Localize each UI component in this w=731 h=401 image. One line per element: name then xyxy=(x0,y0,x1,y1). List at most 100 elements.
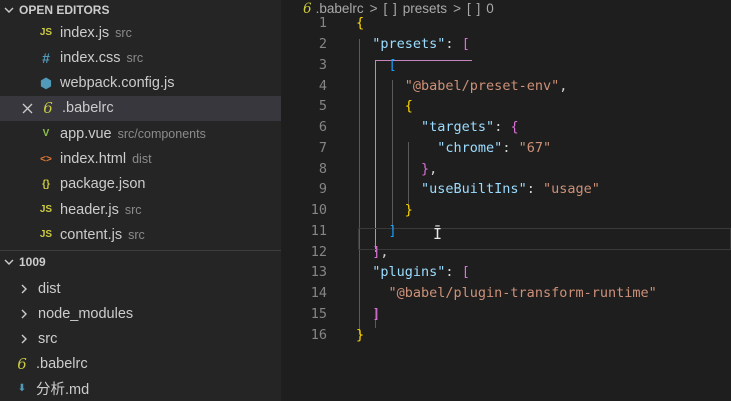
open-editor-item[interactable]: {} package.json xyxy=(0,172,281,197)
file-item[interactable]: 6 .babelrc xyxy=(0,351,281,376)
code-token: { xyxy=(404,98,413,115)
line-number: 5 xyxy=(318,98,327,115)
line-number: 11 xyxy=(310,222,327,239)
code-line: 7 "chrome": "67" xyxy=(281,138,731,159)
code-line: 11 ] xyxy=(281,221,731,242)
folder-item[interactable]: src xyxy=(0,327,281,352)
code-token: , xyxy=(559,77,568,94)
open-editor-item[interactable]: # index.css src xyxy=(0,45,281,70)
code-line: 8 }, xyxy=(281,158,731,179)
file-name: 分析.md xyxy=(36,382,90,399)
folder-name: src xyxy=(38,331,58,348)
open-editors-header[interactable]: OPEN EDITORS xyxy=(0,0,281,20)
code-token: : xyxy=(526,181,543,198)
webpack-icon: ⬢ xyxy=(39,74,53,91)
line-number: 10 xyxy=(310,202,327,219)
explorer-sidebar: OPEN EDITORS JS index.js src # index.css src ⬢… xyxy=(0,0,281,401)
line-number: 14 xyxy=(310,285,327,302)
line-number: 16 xyxy=(310,326,327,343)
line-number: 7 xyxy=(318,139,327,156)
code-line: 1{ xyxy=(281,13,731,34)
open-editor-item[interactable]: JS index.js src xyxy=(0,20,281,45)
open-editors-title: OPEN EDITORS xyxy=(19,3,110,17)
vue-icon: V xyxy=(42,128,50,140)
open-editor-item[interactable]: Vapp.vue src/components xyxy=(0,121,281,146)
code-token: [ xyxy=(388,56,397,73)
code-token: ] xyxy=(388,222,397,239)
code-text: { xyxy=(356,15,364,31)
markdown-icon: ⬇ xyxy=(17,383,27,395)
chevron-right-icon xyxy=(18,283,30,295)
code-token: } xyxy=(421,160,430,177)
chevron-down-icon xyxy=(3,4,15,16)
file-path-description: src xyxy=(124,202,142,217)
code-text: } xyxy=(356,202,413,218)
code-token: , xyxy=(380,243,389,260)
code-text: "plugins": [ xyxy=(356,264,470,280)
folder-name: node_modules xyxy=(38,305,134,322)
code-line: 2 "presets": [ xyxy=(281,34,731,55)
code-editor[interactable]: 6 .babelrc > [ ] presets > [ ] 0 Ī 1{2 "… xyxy=(281,0,731,401)
code-token: } xyxy=(356,326,365,343)
code-line: 10 } xyxy=(281,200,731,221)
folder-name: dist xyxy=(38,280,61,297)
line-number: 3 xyxy=(318,56,327,73)
open-editor-item[interactable]: 6 .babelrc xyxy=(0,95,281,121)
code-line: 3 [ xyxy=(281,55,731,76)
code-token: "@babel/plugin-transform-runtime" xyxy=(388,285,657,302)
code-text: ] xyxy=(356,306,380,322)
folder-item[interactable]: dist xyxy=(0,276,281,301)
code-line: 16} xyxy=(281,324,731,345)
project-folder-header[interactable]: 1009 xyxy=(0,252,281,272)
code-text: ], xyxy=(356,243,389,260)
chevron-down-icon xyxy=(3,256,15,268)
code-token: "chrome" xyxy=(437,139,503,156)
file-name: webpack.config.js xyxy=(60,75,175,92)
file-name: package.json xyxy=(60,176,146,193)
file-name: header.js xyxy=(60,201,119,218)
open-editor-item[interactable]: JS header.js src xyxy=(0,197,281,222)
file-path-description: src xyxy=(128,227,145,242)
html-icon: <> xyxy=(40,153,52,165)
code-token: : xyxy=(445,264,462,281)
code-line: 6 "targets": { xyxy=(281,117,731,138)
open-editor-item[interactable]: ⬢ webpack.config.js xyxy=(0,71,281,96)
file-item[interactable]: ⬇ 分析.md xyxy=(0,376,281,401)
code-token: { xyxy=(356,15,365,32)
code-text: "presets": [ xyxy=(356,36,470,52)
line-number: 1 xyxy=(318,15,327,32)
close-icon[interactable] xyxy=(20,101,34,115)
line-number: 8 xyxy=(318,160,327,177)
file-name: index.js xyxy=(60,24,110,41)
code-line: 4 "@babel/preset-env", xyxy=(281,75,731,96)
line-number: 15 xyxy=(310,305,327,322)
line-number: 12 xyxy=(310,243,327,260)
folder-item[interactable]: node_modules xyxy=(0,301,281,326)
css-icon: # xyxy=(42,49,50,66)
code-token: "presets" xyxy=(372,36,446,53)
file-name: index.css xyxy=(60,49,121,66)
code-token: : xyxy=(502,139,519,156)
project-folder-title: 1009 xyxy=(19,255,46,269)
file-path-description: dist xyxy=(132,152,152,166)
babel-icon: 6 xyxy=(17,354,27,373)
code-text: "@babel/preset-env", xyxy=(356,77,568,94)
file-name: app.vue xyxy=(60,125,112,142)
code-token: "usage" xyxy=(542,181,600,198)
js-icon: JS xyxy=(39,229,53,241)
code-token: "67" xyxy=(518,139,552,156)
line-number: 2 xyxy=(318,36,327,53)
open-editor-item[interactable]: <> index.html dist xyxy=(0,147,281,172)
open-editor-item[interactable]: JS content.js src xyxy=(0,222,281,247)
code-text: "useBuiltIns": "usage" xyxy=(356,181,600,197)
code-line: 14 "@babel/plugin-transform-runtime" xyxy=(281,283,731,304)
